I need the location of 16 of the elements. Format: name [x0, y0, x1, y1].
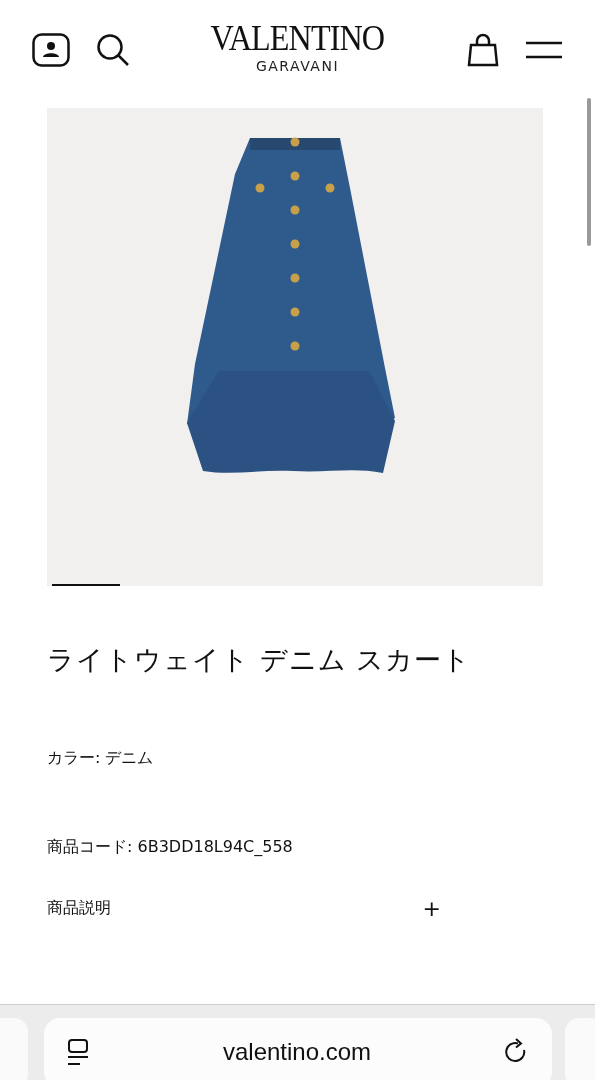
brand-logo[interactable]: VALENTINO — [210, 20, 385, 56]
address-bar[interactable]: valentino.com — [44, 1018, 552, 1080]
menu-icon[interactable] — [525, 40, 563, 60]
brand-subtitle: GARAVANI — [255, 57, 340, 74]
expand-button[interactable]: + — [416, 896, 447, 921]
account-icon[interactable] — [32, 33, 70, 67]
shopping-bag-icon[interactable] — [467, 33, 499, 67]
description-label[interactable]: 商品説明 — [47, 898, 111, 919]
scrollbar[interactable] — [587, 98, 591, 246]
product-color: カラー: デニム — [47, 748, 155, 769]
slide-indicator — [52, 584, 120, 586]
product-title: ライトウェイト デニム スカート — [47, 643, 473, 677]
product-code: 商品コード: 6B3DD18L94C_558 — [47, 837, 294, 858]
url-text: valentino.com — [222, 1038, 372, 1066]
reader-icon[interactable] — [66, 1038, 90, 1066]
search-icon[interactable] — [96, 33, 130, 67]
